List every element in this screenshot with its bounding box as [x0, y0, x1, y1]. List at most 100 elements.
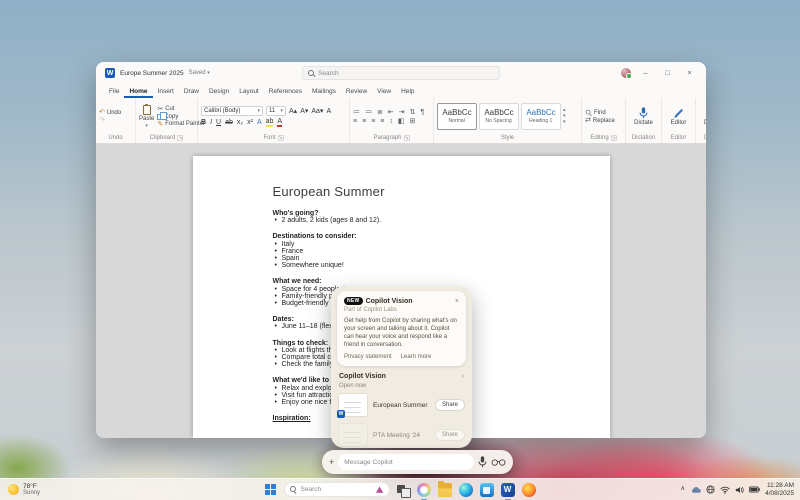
strikethrough-button[interactable]: ab — [225, 119, 233, 126]
microphone-icon[interactable] — [478, 456, 487, 468]
group-styles: AaBbCc Normal AaBbCc No Spacing AaBbCc H… — [434, 98, 582, 143]
card-close-icon[interactable]: × — [455, 298, 459, 305]
redo-button[interactable]: ↷ — [99, 117, 132, 124]
plus-icon[interactable]: + — [329, 458, 334, 467]
word-app-icon: W — [105, 68, 115, 78]
clear-formatting-button[interactable]: A — [326, 108, 331, 115]
wifi-icon[interactable] — [720, 486, 730, 494]
tab-design[interactable]: Design — [204, 86, 234, 98]
bold-button[interactable]: B — [201, 119, 206, 126]
learn-more-link[interactable]: Learn more — [401, 354, 432, 360]
tab-home[interactable]: Home — [124, 86, 152, 98]
tab-help[interactable]: Help — [396, 86, 419, 98]
grow-font-button[interactable]: A▴ — [289, 108, 297, 115]
group-label-editing: Editing↘ — [585, 133, 622, 143]
font-size-combo[interactable]: 11▾ — [266, 106, 286, 116]
shrink-font-button[interactable]: A▾ — [300, 108, 308, 115]
style-no-spacing[interactable]: AaBbCc No Spacing — [479, 103, 519, 130]
change-case-button[interactable]: Aa▾ — [311, 108, 323, 115]
justify-button[interactable]: ≡ — [380, 118, 384, 125]
highlight-button[interactable]: ab — [266, 118, 274, 127]
battery-icon[interactable] — [749, 486, 760, 493]
language-globe-icon[interactable] — [706, 485, 715, 494]
undo-button[interactable]: ↶Undo — [99, 109, 132, 116]
dialog-launcher-icon[interactable]: ↘ — [278, 135, 284, 141]
privacy-statement-link[interactable]: Privacy statement — [344, 354, 392, 360]
tab-review[interactable]: Review — [341, 86, 372, 98]
minimize-button[interactable]: – — [638, 66, 653, 80]
task-view-icon[interactable] — [397, 484, 410, 496]
taskbar-search-box[interactable] — [284, 482, 390, 497]
multilevel-list-button[interactable]: ≣ — [377, 109, 383, 116]
onedrive-cloud-icon[interactable] — [690, 486, 701, 494]
group-font: Calibri (Body)▾ 11▾ A▴ A▾ Aa▾ A B I U ab… — [198, 98, 350, 143]
word-icon[interactable]: W — [501, 483, 515, 497]
tab-references[interactable]: References — [264, 86, 307, 98]
copilot-message-box[interactable] — [338, 454, 474, 470]
shading-button[interactable]: ◧ — [398, 118, 405, 125]
copilot-message-input[interactable] — [344, 459, 468, 466]
sort-button[interactable]: ⇅ — [410, 109, 416, 116]
dialog-launcher-icon[interactable]: ↘ — [611, 135, 617, 141]
tab-file[interactable]: File — [104, 86, 124, 98]
copilot-vision-glasses-icon[interactable] — [491, 458, 506, 467]
styles-gallery-more[interactable]: ▾ — [563, 120, 566, 125]
avatar[interactable] — [621, 68, 631, 78]
dialog-launcher-icon[interactable]: ↘ — [404, 135, 410, 141]
underline-button[interactable]: U — [216, 119, 221, 126]
show-marks-button[interactable]: ¶ — [421, 109, 425, 116]
paste-button[interactable]: Paste ▾ — [139, 105, 154, 129]
dialog-launcher-icon[interactable]: ↘ — [177, 135, 183, 141]
word-search-input[interactable] — [318, 70, 494, 77]
tab-mailings[interactable]: Mailings — [307, 86, 341, 98]
align-left-button[interactable]: ≡ — [353, 118, 357, 125]
font-color-button[interactable]: A — [277, 118, 282, 127]
weather-widget[interactable]: 78°F Sunny — [8, 483, 40, 497]
font-name-combo[interactable]: Calibri (Body)▾ — [201, 106, 263, 116]
align-center-button[interactable]: ≡ — [362, 118, 366, 125]
word-search-box[interactable] — [302, 66, 500, 80]
designer-button[interactable]: Designer — [704, 108, 706, 126]
vision-item-european-summer[interactable]: W European Summer Share — [338, 393, 465, 417]
italic-button[interactable]: I — [210, 119, 212, 126]
tab-draw[interactable]: Draw — [179, 86, 204, 98]
share-button[interactable]: Share — [435, 429, 465, 441]
clock[interactable]: 11:28 AM 4/08/2025 — [765, 482, 794, 497]
align-right-button[interactable]: ≡ — [371, 118, 375, 125]
line-spacing-button[interactable]: ↕ — [389, 118, 393, 125]
borders-button[interactable]: ⊞ — [410, 118, 416, 125]
tab-layout[interactable]: Layout — [234, 86, 264, 98]
file-explorer-icon[interactable] — [438, 483, 452, 497]
find-button[interactable]: Find — [585, 109, 622, 116]
close-button[interactable]: × — [682, 66, 697, 80]
copilot-vision-section-header[interactable]: Copilot Vision › — [339, 373, 464, 380]
copilot-icon[interactable] — [417, 483, 431, 497]
dictate-button[interactable]: Dictate — [634, 107, 653, 126]
replace-button[interactable]: ⇄Replace — [585, 117, 622, 124]
editor-button[interactable]: Editor — [671, 108, 687, 126]
superscript-button[interactable]: x² — [247, 119, 253, 126]
increase-indent-button[interactable]: ⇥ — [399, 109, 405, 116]
tab-insert[interactable]: Insert — [153, 86, 179, 98]
text-effects-button[interactable]: A — [257, 119, 262, 126]
taskbar-search-input[interactable] — [301, 486, 372, 493]
share-button[interactable]: Share — [435, 399, 465, 411]
store-icon[interactable] — [480, 483, 494, 497]
subscript-button[interactable]: x₂ — [237, 119, 243, 126]
group-designer: Designer Designer — [696, 98, 706, 143]
decrease-indent-button[interactable]: ⇤ — [388, 109, 394, 116]
save-status-dropdown[interactable]: Saved ▾ — [189, 70, 210, 76]
bullets-button[interactable]: ≔ — [353, 109, 360, 116]
style-normal[interactable]: AaBbCc Normal — [437, 103, 477, 130]
tab-view[interactable]: View — [372, 86, 396, 98]
edge-icon[interactable] — [459, 483, 473, 497]
firefox-icon[interactable] — [522, 483, 536, 497]
vision-item-pta-meeting[interactable]: PTA Meeting '24 Share — [338, 423, 465, 447]
undo-icon: ↶ — [99, 109, 105, 116]
maximize-button[interactable]: □ — [660, 66, 675, 80]
numbering-button[interactable]: ≕ — [365, 109, 372, 116]
start-button[interactable] — [265, 484, 277, 496]
tray-chevron-icon[interactable]: ∧ — [680, 486, 685, 493]
volume-icon[interactable] — [735, 486, 744, 494]
style-heading1[interactable]: AaBbCc Heading 1 — [521, 103, 561, 130]
